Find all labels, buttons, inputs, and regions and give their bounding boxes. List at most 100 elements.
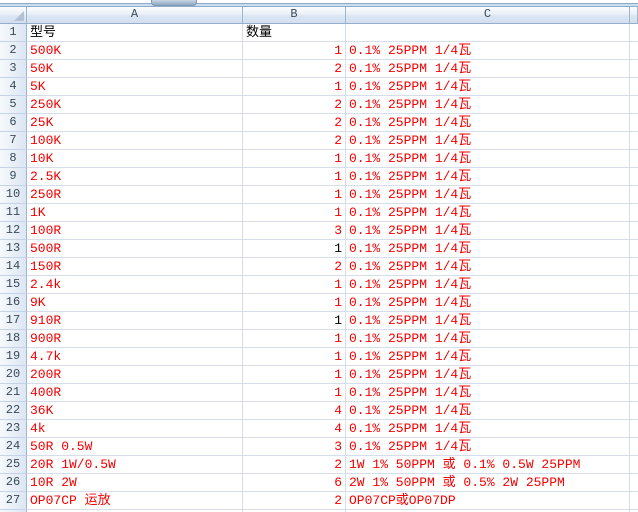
cell-b[interactable]: 1 [243, 78, 346, 96]
cell-a[interactable]: 25K [27, 114, 243, 132]
cell-c[interactable]: OP07CP或OP07DP [346, 492, 630, 510]
cell-a[interactable]: OP07CP 运放 [27, 492, 243, 510]
row-header[interactable]: 22 [0, 402, 27, 420]
row-header[interactable]: 1 [0, 24, 27, 42]
cell-c[interactable]: 0.1% 25PPM 1/4瓦 [346, 114, 630, 132]
cell-b[interactable]: 2 [243, 456, 346, 474]
cell-next-sliver[interactable] [630, 492, 638, 510]
row-header[interactable]: 21 [0, 384, 27, 402]
cell-c[interactable] [346, 24, 630, 42]
cell-a[interactable]: 4.7k [27, 348, 243, 366]
column-header-next-sliver[interactable] [630, 6, 638, 24]
cell-b[interactable]: 1 [243, 294, 346, 312]
cell-a[interactable]: 900R [27, 330, 243, 348]
cell-b[interactable]: 4 [243, 420, 346, 438]
cell-a[interactable]: 36K [27, 402, 243, 420]
cell-c[interactable]: 0.1% 25PPM 1/4瓦 [346, 186, 630, 204]
cell-c[interactable]: 0.1% 25PPM 1/4瓦 [346, 240, 630, 258]
cell-a[interactable]: 5K [27, 78, 243, 96]
cell-next-sliver[interactable] [630, 402, 638, 420]
cell-c[interactable]: 0.1% 25PPM 1/4瓦 [346, 168, 630, 186]
cell-next-sliver[interactable] [630, 258, 638, 276]
cell-b[interactable]: 6 [243, 474, 346, 492]
cell-c[interactable]: 0.1% 25PPM 1/4瓦 [346, 420, 630, 438]
cell-next-sliver[interactable] [630, 150, 638, 168]
row-header[interactable]: 8 [0, 150, 27, 168]
cell-a[interactable]: 150R [27, 258, 243, 276]
cell-c[interactable]: 0.1% 25PPM 1/4瓦 [346, 258, 630, 276]
cell-c[interactable]: 0.1% 25PPM 1/4瓦 [346, 222, 630, 240]
cell-c[interactable]: 0.1% 25PPM 1/4瓦 [346, 402, 630, 420]
row-header[interactable]: 18 [0, 330, 27, 348]
cell-c[interactable]: 0.1% 25PPM 1/4瓦 [346, 78, 630, 96]
cell-next-sliver[interactable] [630, 42, 638, 60]
cell-a[interactable]: 250K [27, 96, 243, 114]
cell-next-sliver[interactable] [630, 96, 638, 114]
cell-a[interactable]: 4k [27, 420, 243, 438]
row-header[interactable]: 20 [0, 366, 27, 384]
row-header[interactable]: 19 [0, 348, 27, 366]
cell-b[interactable]: 4 [243, 402, 346, 420]
cell-a[interactable]: 50R 0.5W [27, 438, 243, 456]
cell-b[interactable]: 2 [243, 258, 346, 276]
row-header[interactable]: 2 [0, 42, 27, 60]
cell-c[interactable]: 0.1% 25PPM 1/4瓦 [346, 204, 630, 222]
cell-next-sliver[interactable] [630, 330, 638, 348]
cell-c[interactable]: 0.1% 25PPM 1/4瓦 [346, 132, 630, 150]
row-header[interactable]: 13 [0, 240, 27, 258]
row-header[interactable]: 6 [0, 114, 27, 132]
row-header[interactable]: 3 [0, 60, 27, 78]
cell-c[interactable]: 0.1% 25PPM 1/4瓦 [346, 150, 630, 168]
cell-b[interactable]: 2 [243, 114, 346, 132]
cell-c[interactable]: 0.1% 25PPM 1/4瓦 [346, 348, 630, 366]
cell-b[interactable]: 1 [243, 276, 346, 294]
cell-next-sliver[interactable] [630, 276, 638, 294]
cell-b[interactable]: 3 [243, 222, 346, 240]
cell-a[interactable]: 250R [27, 186, 243, 204]
cell-b[interactable]: 2 [243, 96, 346, 114]
column-header-b[interactable]: B [243, 6, 346, 24]
cell-c[interactable]: 0.1% 25PPM 1/4瓦 [346, 276, 630, 294]
row-header[interactable]: 27 [0, 492, 27, 510]
cell-next-sliver[interactable] [630, 186, 638, 204]
row-header[interactable]: 9 [0, 168, 27, 186]
cell-a[interactable]: 2.5K [27, 168, 243, 186]
cell-b[interactable]: 1 [243, 186, 346, 204]
cell-next-sliver[interactable] [630, 438, 638, 456]
cell-a[interactable]: 100R [27, 222, 243, 240]
select-all-corner[interactable] [0, 6, 27, 24]
cell-a[interactable]: 400R [27, 384, 243, 402]
cell-next-sliver[interactable] [630, 312, 638, 330]
cell-next-sliver[interactable] [630, 420, 638, 438]
cell-b[interactable]: 2 [243, 132, 346, 150]
cell-a[interactable]: 10K [27, 150, 243, 168]
row-header[interactable]: 23 [0, 420, 27, 438]
cell-c[interactable]: 0.1% 25PPM 1/4瓦 [346, 438, 630, 456]
cell-next-sliver[interactable] [630, 78, 638, 96]
cell-next-sliver[interactable] [630, 240, 638, 258]
cell-c[interactable]: 0.1% 25PPM 1/4瓦 [346, 42, 630, 60]
cell-b[interactable]: 1 [243, 330, 346, 348]
column-header-c[interactable]: C [346, 6, 630, 24]
row-header[interactable]: 7 [0, 132, 27, 150]
row-header[interactable]: 17 [0, 312, 27, 330]
row-header[interactable]: 24 [0, 438, 27, 456]
cell-a[interactable]: 9K [27, 294, 243, 312]
row-header[interactable]: 25 [0, 456, 27, 474]
row-header[interactable]: 11 [0, 204, 27, 222]
row-header[interactable]: 5 [0, 96, 27, 114]
row-header[interactable]: 26 [0, 474, 27, 492]
cell-next-sliver[interactable] [630, 348, 638, 366]
cell-b[interactable]: 数量 [243, 24, 346, 42]
cell-next-sliver[interactable] [630, 204, 638, 222]
cell-b[interactable]: 1 [243, 240, 346, 258]
row-header[interactable]: 12 [0, 222, 27, 240]
cell-a[interactable]: 10R 2W [27, 474, 243, 492]
cell-next-sliver[interactable] [630, 366, 638, 384]
row-header[interactable]: 15 [0, 276, 27, 294]
cell-b[interactable]: 1 [243, 150, 346, 168]
cell-a[interactable]: 20R 1W/0.5W [27, 456, 243, 474]
row-header[interactable]: 16 [0, 294, 27, 312]
cell-c[interactable]: 0.1% 25PPM 1/4瓦 [346, 294, 630, 312]
cell-next-sliver[interactable] [630, 114, 638, 132]
